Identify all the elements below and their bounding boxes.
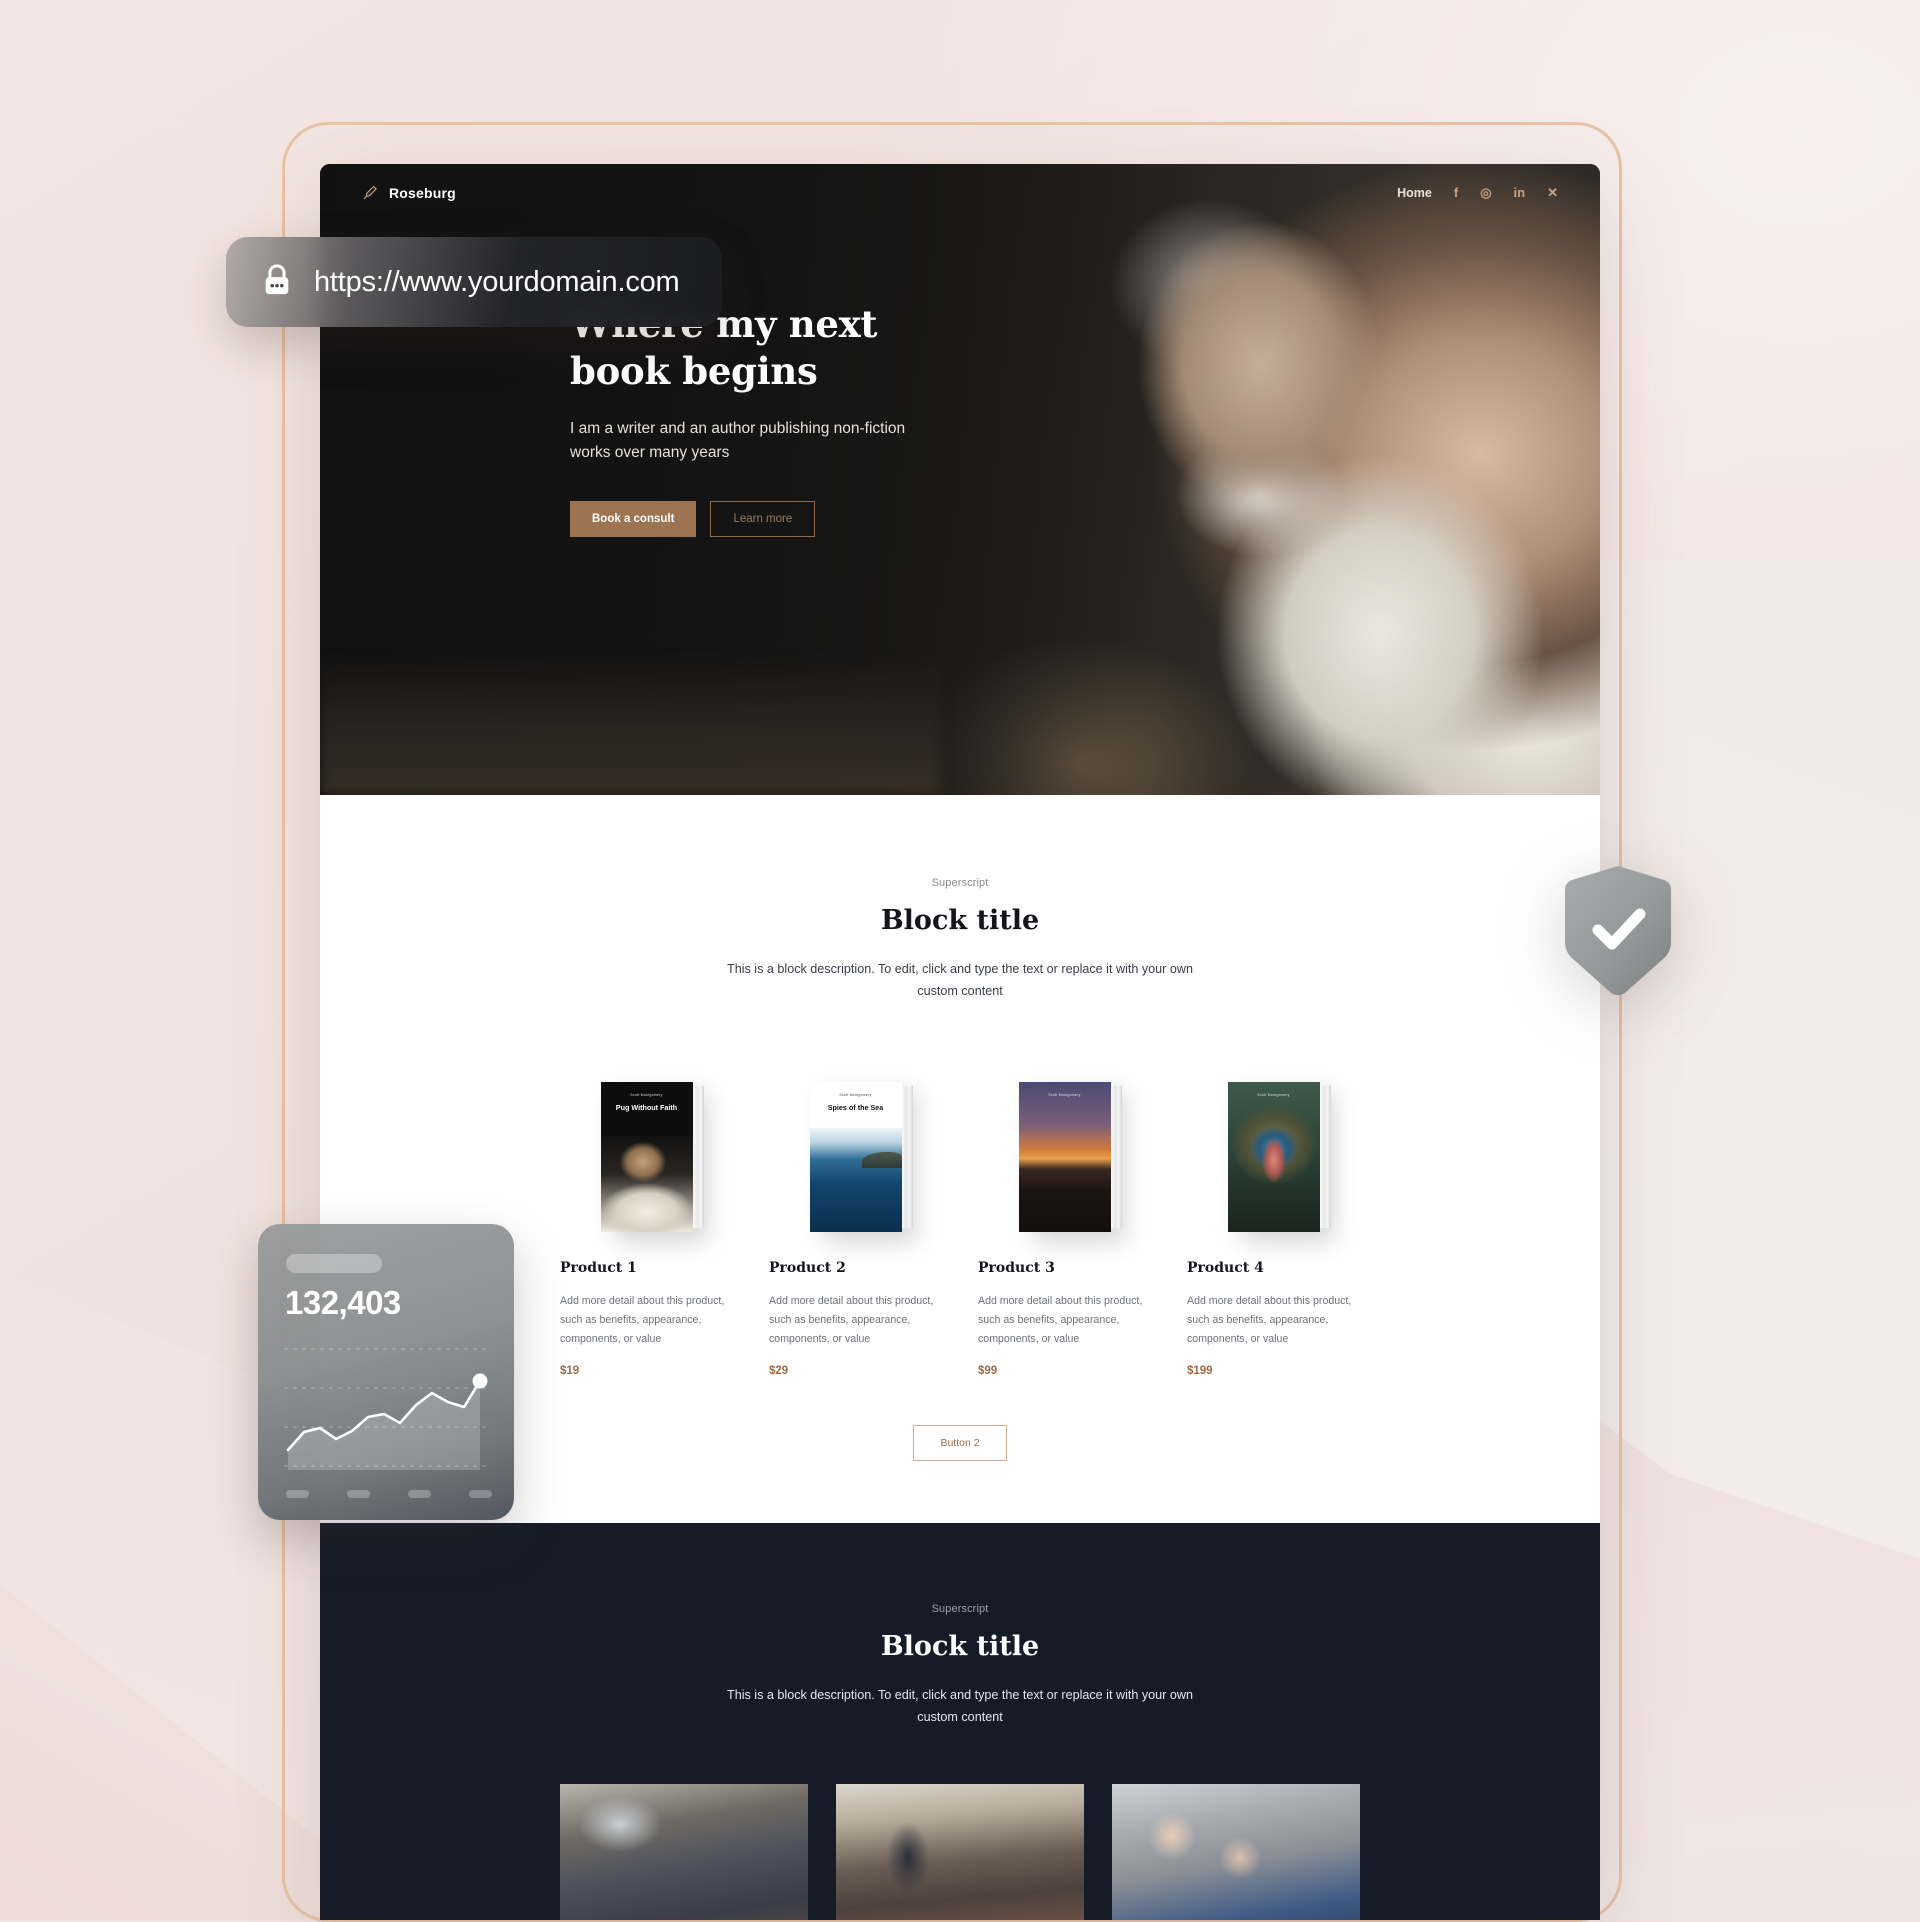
book-title-line: Spies of the Sea [827, 1103, 884, 1113]
product-price: $19 [560, 1364, 580, 1377]
book-cover-artwork [600, 1136, 693, 1233]
products-block-title: Block title [880, 905, 1040, 936]
book-cover-spies-of-the-sea[interactable]: Scott Montgomery Spies of the Sea [809, 1082, 913, 1233]
product-price: $29 [769, 1364, 789, 1377]
learn-more-button[interactable]: Learn more [710, 501, 816, 537]
line-chart-icon [284, 1344, 490, 1474]
url-bar[interactable]: https://www.yourdomain.com [226, 237, 722, 327]
book-pages-edge [900, 1085, 913, 1229]
testimonial-photo [560, 1783, 808, 1920]
book-cover-artwork [1018, 1082, 1111, 1233]
product-card[interactable]: Scott Montgomery Thief of Fortune Produc… [978, 1062, 1151, 1377]
book-cover-wrap: Scott Montgomery Thief of Fortune [978, 1062, 1151, 1233]
product-price: $99 [978, 1364, 998, 1377]
book-front-cover: Scott Montgomery Spies of the Sea [809, 1082, 902, 1233]
linkedin-icon[interactable]: in [1514, 186, 1526, 199]
book-author-line: Scott Montgomery [839, 1093, 872, 1098]
book-cover-artwork [1227, 1082, 1320, 1233]
book-front-cover: Scott Montgomery Pug Without Faith [600, 1082, 693, 1233]
testimonials-superscript: Superscript [931, 1602, 989, 1615]
products-superscript: Superscript [931, 877, 989, 889]
testimonial-card[interactable]: Author name [1112, 1783, 1360, 1920]
lock-icon [260, 261, 294, 304]
book-pages-edge [691, 1085, 704, 1229]
book-cover-wrap: Scott Montgomery Pug Without Faith [560, 1062, 733, 1233]
product-card[interactable]: Scott Montgomery Spies of the Sea Produc… [769, 1062, 942, 1377]
testimonial-card[interactable]: Author name [560, 1783, 808, 1920]
book-author-line: Scott Montgomery [1048, 1093, 1081, 1098]
brand-name: Roseburg [389, 184, 456, 201]
product-name: Product 1 [560, 1260, 637, 1277]
testimonial-photo [836, 1783, 1084, 1920]
facebook-icon[interactable]: f [1454, 186, 1458, 199]
product-grid: Scott Montgomery Pug Without Faith Produ… [560, 1062, 1360, 1377]
products-block-description: This is a block description. To edit, cl… [727, 962, 1193, 999]
site-navigation: Roseburg Home f ◎ in ✕ [320, 164, 1600, 201]
footer-placeholder-4 [469, 1490, 492, 1498]
hero-button-group: Book a consult Learn more [570, 501, 1600, 537]
testimonials-section: Superscript Block title This is a block … [320, 1522, 1600, 1920]
book-pages-edge [1318, 1085, 1331, 1229]
book-pages-edge [1109, 1085, 1122, 1229]
stats-card-label-placeholder [286, 1254, 382, 1273]
footer-placeholder-2 [347, 1490, 370, 1498]
brand-logo[interactable]: Roseburg [362, 184, 456, 201]
product-name: Product 3 [978, 1260, 1055, 1277]
book-cover-thief-of-fortune[interactable]: Scott Montgomery Thief of Fortune [1018, 1082, 1122, 1233]
testimonial-grid: Author name Author name Author name [560, 1783, 1360, 1920]
stats-card-footer-placeholders [286, 1490, 492, 1498]
product-card[interactable]: Scott Montgomery Monkeys Product 4 Add m… [1187, 1062, 1360, 1377]
footer-placeholder-3 [408, 1490, 431, 1498]
product-description: Add more detail about this product, such… [978, 1295, 1143, 1345]
product-description: Add more detail about this product, such… [1187, 1295, 1352, 1345]
footer-placeholder-1 [286, 1490, 309, 1498]
nav-right-group: Home f ◎ in ✕ [1397, 186, 1558, 200]
fountain-pen-icon [362, 184, 379, 201]
testimonials-block-title: Block title [880, 1630, 1040, 1662]
product-description: Add more detail about this product, such… [560, 1295, 725, 1345]
button-2[interactable]: Button 2 [913, 1424, 1007, 1461]
shield-check-icon [1556, 864, 1680, 1000]
hero-subheading: I am a writer and an author publishing n… [570, 419, 906, 461]
product-name: Product 2 [769, 1260, 846, 1277]
testimonial-photo [1112, 1783, 1360, 1920]
browser-window: Roseburg Home f ◎ in ✕ Where my next boo… [320, 164, 1600, 1920]
book-cover-wrap: Scott Montgomery Monkeys [1187, 1062, 1360, 1233]
book-cover-wrap: Scott Montgomery Spies of the Sea [769, 1062, 942, 1233]
product-name: Product 4 [1187, 1260, 1264, 1277]
product-description: Add more detail about this product, such… [769, 1295, 934, 1345]
stats-value: 132,403 [285, 1284, 401, 1321]
product-card[interactable]: Scott Montgomery Pug Without Faith Produ… [560, 1062, 733, 1377]
book-title-line: Pug Without Faith [615, 1103, 678, 1113]
book-front-cover: Scott Montgomery Thief of Fortune [1018, 1082, 1111, 1233]
x-twitter-icon[interactable]: ✕ [1547, 186, 1558, 199]
product-price: $199 [1187, 1364, 1213, 1377]
book-cover-artwork [809, 1128, 902, 1233]
book-author-line: Scott Montgomery [630, 1093, 663, 1098]
url-text: https://www.yourdomain.com [314, 265, 680, 298]
testimonials-block-description: This is a block description. To edit, cl… [727, 1687, 1193, 1724]
instagram-icon[interactable]: ◎ [1480, 186, 1491, 199]
book-cover-monkeys[interactable]: Scott Montgomery Monkeys [1227, 1082, 1331, 1233]
stats-card[interactable]: 132,403 [258, 1224, 514, 1520]
nav-link-home[interactable]: Home [1397, 186, 1432, 200]
book-front-cover: Scott Montgomery Monkeys [1227, 1082, 1320, 1233]
testimonial-card[interactable]: Author name [836, 1783, 1084, 1920]
hero-desk-foreground [320, 655, 940, 795]
book-a-consult-button[interactable]: Book a consult [570, 501, 697, 537]
book-author-line: Scott Montgomery [1257, 1093, 1290, 1098]
book-cover-pug-without-faith[interactable]: Scott Montgomery Pug Without Faith [600, 1082, 704, 1233]
